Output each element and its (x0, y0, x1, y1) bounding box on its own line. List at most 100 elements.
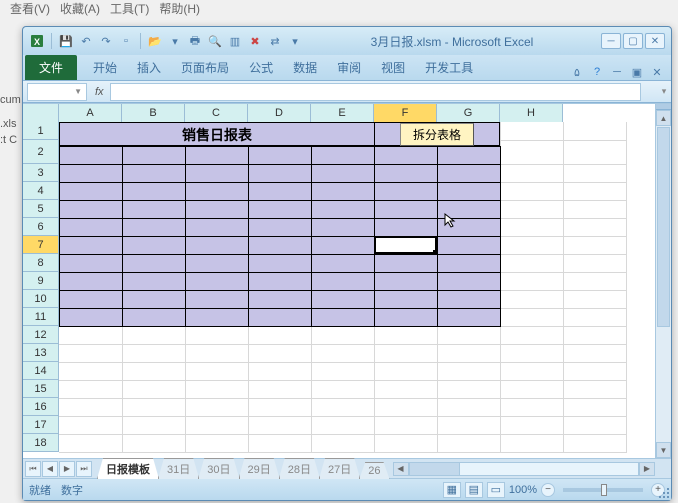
data-table[interactable] (59, 146, 501, 327)
print-icon[interactable]: 🖶 (187, 33, 203, 49)
bg-menu[interactable]: 帮助(H) (155, 0, 204, 18)
row-header[interactable]: 4 (23, 182, 58, 200)
sheet-tab[interactable]: 29日 (239, 458, 280, 479)
row-header[interactable]: 17 (23, 416, 58, 434)
zoom-level[interactable]: 100% (509, 484, 537, 496)
sheet-title-cell[interactable]: 销售日报表 (59, 122, 374, 146)
redo-icon[interactable]: ↷ (98, 33, 114, 49)
formula-expand-icon[interactable]: ▾ (657, 86, 671, 97)
doc-close-icon[interactable]: ✕ (649, 64, 665, 80)
row-header[interactable]: 13 (23, 344, 58, 362)
scroll-down-icon[interactable]: ▼ (656, 442, 671, 458)
sheet-tab[interactable]: 26 (359, 462, 389, 479)
view-pagebreak-icon[interactable]: ▭ (487, 482, 505, 498)
titlebar[interactable]: X 💾 ↶ ↷ ▫ 📂 ▾ 🖶 🔍 ▥ ✖ ⇄ ▾ 3月日报.xlsm - Mi… (23, 27, 671, 55)
split-table-button[interactable]: 拆分表格 (400, 123, 474, 146)
background-left-text: cum .xls :t C (0, 90, 22, 150)
minimize-button[interactable]: ─ (601, 33, 621, 49)
scroll-right-icon[interactable]: ▶ (639, 462, 655, 476)
maximize-button[interactable]: ▢ (623, 33, 643, 49)
sheet-tab[interactable]: 28日 (279, 458, 320, 479)
tab-home[interactable]: 开始 (83, 55, 127, 80)
row-header[interactable]: 15 (23, 380, 58, 398)
excel-icon[interactable]: X (29, 33, 45, 49)
row-header[interactable]: 12 (23, 326, 58, 344)
resize-grip-icon[interactable] (657, 486, 669, 498)
col-header-B[interactable]: B (122, 104, 185, 122)
tab-first-icon[interactable]: ⏮ (25, 461, 41, 477)
qat-dropdown-icon[interactable]: ▾ (287, 33, 303, 49)
row-header[interactable]: 16 (23, 398, 58, 416)
row-header[interactable]: 18 (23, 434, 58, 452)
tab-prev-icon[interactable]: ◀ (42, 461, 58, 477)
view-normal-icon[interactable]: ▦ (443, 482, 461, 498)
row-header[interactable]: 11 (23, 308, 58, 326)
tab-formulas[interactable]: 公式 (239, 55, 283, 80)
zoom-slider[interactable] (563, 488, 643, 492)
tab-next-icon[interactable]: ▶ (59, 461, 75, 477)
sheet-tab[interactable]: 27日 (319, 458, 360, 479)
col-header-F[interactable]: F (374, 104, 437, 122)
formula-input[interactable] (110, 83, 641, 101)
doc-restore-icon[interactable]: ▣ (629, 64, 645, 80)
row-header[interactable]: 9 (23, 272, 58, 290)
file-tab[interactable]: 文件 (25, 55, 77, 80)
status-digit: 数字 (61, 482, 83, 498)
save-icon[interactable]: 💾 (58, 33, 74, 49)
row-header[interactable]: 14 (23, 362, 58, 380)
tab-review[interactable]: 审阅 (327, 55, 371, 80)
row-header[interactable]: 3 (23, 164, 58, 182)
vertical-scrollbar[interactable]: ▲ ▼ (655, 104, 671, 458)
ribbon-minimize-icon[interactable]: ۵ (569, 64, 585, 80)
row-header[interactable]: 2 (23, 140, 58, 164)
open-icon[interactable]: 📂 (147, 33, 163, 49)
tab-pagelayout[interactable]: 页面布局 (171, 55, 239, 80)
row-header[interactable]: 1 (23, 122, 58, 140)
quick-access-toolbar: X 💾 ↶ ↷ ▫ 📂 ▾ 🖶 🔍 ▥ ✖ ⇄ ▾ (29, 33, 303, 49)
col-header-C[interactable]: C (185, 104, 248, 122)
qat-item[interactable]: ✖ (247, 33, 263, 49)
scroll-up-icon[interactable]: ▲ (656, 110, 671, 126)
select-all-corner[interactable] (23, 104, 59, 122)
bg-menu[interactable]: 工具(T) (106, 0, 153, 18)
undo-icon[interactable]: ↶ (78, 33, 94, 49)
col-header-G[interactable]: G (437, 104, 500, 122)
col-header-A[interactable]: A (59, 104, 122, 122)
bg-menu[interactable]: 查看(V) (6, 0, 54, 18)
tab-data[interactable]: 数据 (283, 55, 327, 80)
help-icon[interactable]: ? (589, 64, 605, 80)
vscroll-thumb[interactable] (657, 127, 670, 327)
sheet-tab-active[interactable]: 日报模板 (97, 458, 159, 479)
preview-icon[interactable]: 🔍 (207, 33, 223, 49)
name-box[interactable]: ▼ (27, 83, 87, 101)
tab-developer[interactable]: 开发工具 (415, 55, 483, 80)
close-button[interactable]: ✕ (645, 33, 665, 49)
tab-last-icon[interactable]: ⏭ (76, 461, 92, 477)
row-header[interactable]: 7 (23, 236, 58, 254)
new-icon[interactable]: ▫ (118, 33, 134, 49)
col-header-D[interactable]: D (248, 104, 311, 122)
row-header[interactable]: 10 (23, 290, 58, 308)
qat-item[interactable]: ▥ (227, 33, 243, 49)
sheet-tab[interactable]: 30日 (198, 458, 239, 479)
fx-label[interactable]: fx (89, 86, 110, 98)
view-pagelayout-icon[interactable]: ▤ (465, 482, 483, 498)
bg-menu[interactable]: 收藏(A) (56, 0, 104, 18)
tab-view[interactable]: 视图 (371, 55, 415, 80)
col-header-E[interactable]: E (311, 104, 374, 122)
scroll-left-icon[interactable]: ◀ (393, 462, 409, 476)
tab-insert[interactable]: 插入 (127, 55, 171, 80)
row-header[interactable]: 5 (23, 200, 58, 218)
doc-minimize-icon[interactable]: ─ (609, 64, 625, 80)
zoom-out-button[interactable]: − (541, 483, 555, 497)
window-title: 3月日报.xlsm - Microsoft Excel (303, 33, 601, 50)
row-header[interactable]: 8 (23, 254, 58, 272)
col-header-H[interactable]: H (500, 104, 563, 122)
row-header[interactable]: 6 (23, 218, 58, 236)
horizontal-scrollbar[interactable]: ◀ ▶ (393, 462, 656, 476)
hscroll-thumb[interactable] (410, 463, 460, 475)
qat-more-icon[interactable]: ▾ (167, 33, 183, 49)
zoom-thumb[interactable] (601, 484, 607, 496)
qat-item[interactable]: ⇄ (267, 33, 283, 49)
sheet-tab[interactable]: 31日 (158, 458, 199, 479)
